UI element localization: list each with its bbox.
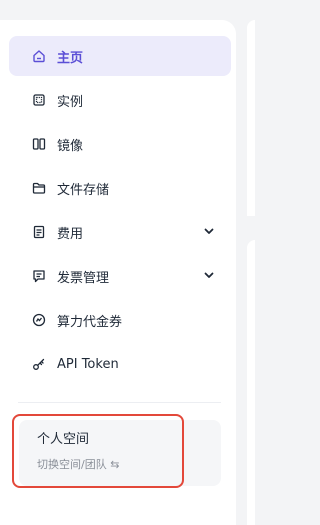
chevron-down-icon[interactable]: [203, 225, 215, 237]
sidebar-item-api-token[interactable]: API Token: [9, 344, 231, 384]
invoice-icon: [31, 269, 46, 284]
sidebar-item-label: 镜像: [57, 138, 84, 154]
sidebar-item-billing[interactable]: 费用: [9, 212, 231, 252]
chevron-down-icon[interactable]: [203, 269, 215, 281]
instance-icon: [31, 93, 46, 108]
home-icon: [31, 49, 46, 64]
sidebar-item-label: 算力代金券: [57, 314, 123, 330]
switch-workspace-link[interactable]: 切换空间/团队 ⇆: [37, 458, 203, 472]
sidebar-item-instances[interactable]: 实例: [9, 80, 231, 120]
workspace-title: 个人空间: [37, 432, 90, 447]
workspace-switcher[interactable]: 个人空间 切换空间/团队 ⇆: [19, 420, 221, 486]
sidebar-divider: [18, 402, 221, 403]
key-icon: [31, 357, 46, 372]
sidebar-item-file-storage[interactable]: 文件存储: [9, 168, 231, 208]
content-panel-edge: [247, 20, 255, 216]
sidebar-item-home[interactable]: 主页: [9, 36, 231, 76]
billing-icon: [31, 225, 46, 240]
sidebar-item-label: 费用: [57, 226, 84, 242]
sidebar-item-label: 发票管理: [57, 270, 110, 286]
sidebar-item-label: 实例: [57, 94, 84, 110]
content-panel-edge-lower: [247, 240, 255, 525]
voucher-icon: [31, 313, 46, 328]
image-icon: [31, 137, 46, 152]
sidebar-item-label: API Token: [57, 356, 119, 372]
sidebar-item-images[interactable]: 镜像: [9, 124, 231, 164]
sidebar-item-label: 主页: [57, 50, 84, 66]
folder-icon: [31, 181, 46, 196]
sidebar-item-invoices[interactable]: 发票管理: [9, 256, 231, 296]
sidebar-item-vouchers[interactable]: 算力代金券: [9, 300, 231, 340]
sidebar-item-label: 文件存储: [57, 182, 110, 198]
sidebar-nav: 主页 实例 镜像 文件存储 费用 发票管理 算力代金券 API Token: [9, 36, 231, 388]
